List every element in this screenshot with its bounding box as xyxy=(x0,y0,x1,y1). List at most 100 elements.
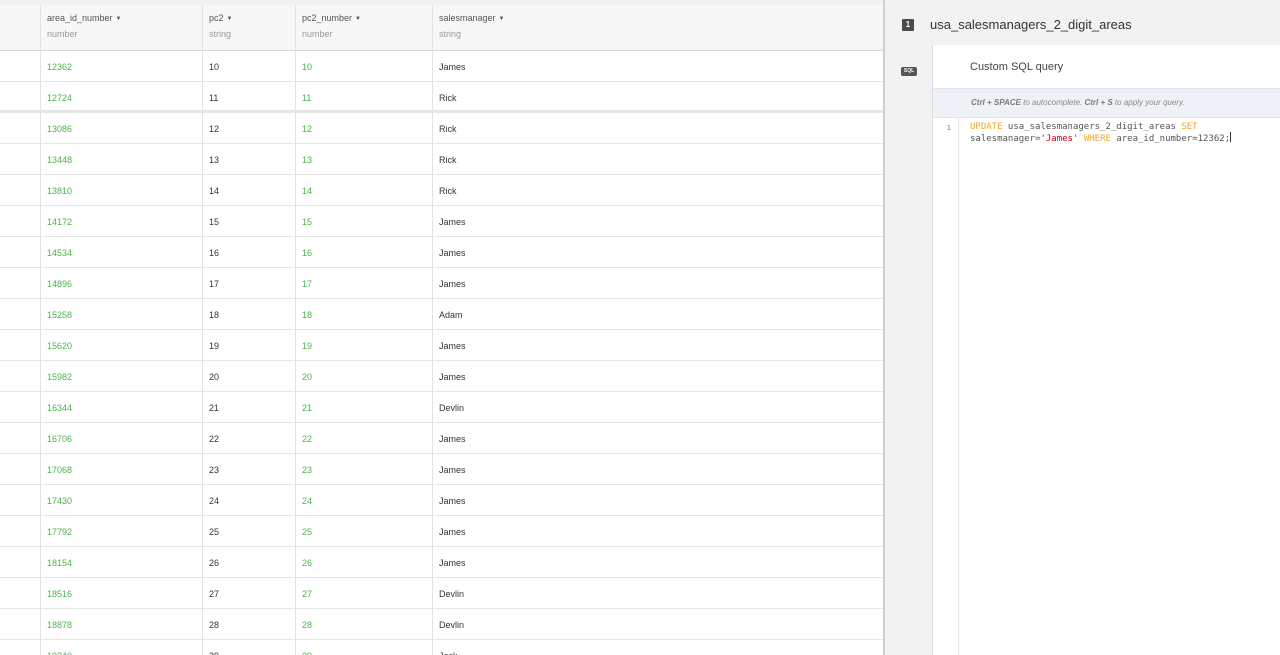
table-cell-area-id-number[interactable]: 17068 xyxy=(47,465,72,475)
table-cell-pc2-number[interactable]: 24 xyxy=(302,496,312,506)
table-cell-salesmanager[interactable]: Rick xyxy=(439,124,457,134)
table-row[interactable]: 18154 26 26 James xyxy=(0,547,883,578)
table-cell-salesmanager[interactable]: James xyxy=(439,341,466,351)
table-cell-area-id-number[interactable]: 16344 xyxy=(47,403,72,413)
table-cell-salesmanager[interactable]: James xyxy=(439,558,466,568)
table-cell-area-id-number[interactable]: 18878 xyxy=(47,620,72,630)
table-cell-salesmanager[interactable]: Adam xyxy=(439,310,463,320)
table-cell-pc2[interactable]: 11 xyxy=(209,93,218,103)
table-row[interactable]: 16706 22 22 James xyxy=(0,423,883,454)
table-cell-pc2[interactable]: 24 xyxy=(209,496,219,506)
table-cell-salesmanager[interactable]: James xyxy=(439,465,466,475)
table-cell-area-id-number[interactable]: 18516 xyxy=(47,589,72,599)
table-cell-area-id-number[interactable]: 14172 xyxy=(47,217,72,227)
table-cell-area-id-number[interactable]: 19240 xyxy=(47,651,72,655)
table-cell-pc2-number[interactable]: 13 xyxy=(302,155,312,165)
table-cell-area-id-number[interactable]: 14896 xyxy=(47,279,72,289)
table-row[interactable]: 18878 28 28 Devlin xyxy=(0,609,883,640)
table-cell-area-id-number[interactable]: 13810 xyxy=(47,186,72,196)
table-cell-pc2-number[interactable]: 12 xyxy=(302,124,312,134)
table-cell-salesmanager[interactable]: Rick xyxy=(439,93,457,103)
table-cell-pc2[interactable]: 21 xyxy=(209,403,219,413)
table-row[interactable]: 17792 25 25 James xyxy=(0,516,883,547)
sql-code-input[interactable]: UPDATE usa_salesmanagers_2_digit_areas S… xyxy=(970,122,1270,144)
table-cell-pc2[interactable]: 12 xyxy=(209,124,219,134)
table-cell-pc2-number[interactable]: 17 xyxy=(302,279,312,289)
table-cell-area-id-number[interactable]: 18154 xyxy=(47,558,72,568)
table-cell-pc2[interactable]: 29 xyxy=(209,651,219,655)
column-header-salesmanager[interactable]: salesmanager ▼ string xyxy=(439,13,504,39)
table-cell-area-id-number[interactable]: 12724 xyxy=(47,93,72,103)
sort-caret-icon[interactable]: ▼ xyxy=(116,16,122,22)
table-cell-pc2[interactable]: 23 xyxy=(209,465,219,475)
table-cell-pc2-number[interactable]: 21 xyxy=(302,403,312,413)
sql-tab-icon[interactable]: SQL xyxy=(901,67,917,76)
table-row[interactable]: 13086 12 12 Rick xyxy=(0,113,883,144)
table-row[interactable]: 15258 18 18 Adam xyxy=(0,299,883,330)
table-cell-pc2[interactable]: 16 xyxy=(209,248,219,258)
table-cell-pc2[interactable]: 13 xyxy=(209,155,219,165)
table-row[interactable]: 17068 23 23 James xyxy=(0,454,883,485)
table-row[interactable]: 17430 24 24 James xyxy=(0,485,883,516)
table-cell-area-id-number[interactable]: 16706 xyxy=(47,434,72,444)
table-row[interactable]: 12724 11 11 Rick xyxy=(0,82,883,113)
table-cell-pc2[interactable]: 28 xyxy=(209,620,219,630)
table-cell-salesmanager[interactable]: Rick xyxy=(439,155,457,165)
table-cell-area-id-number[interactable]: 15258 xyxy=(47,310,72,320)
table-cell-pc2-number[interactable]: 16 xyxy=(302,248,312,258)
layer-title[interactable]: usa_salesmanagers_2_digit_areas xyxy=(930,17,1132,32)
table-cell-pc2-number[interactable]: 26 xyxy=(302,558,312,568)
table-row[interactable]: 16344 21 21 Devlin xyxy=(0,392,883,423)
table-cell-pc2-number[interactable]: 20 xyxy=(302,372,312,382)
table-cell-pc2-number[interactable]: 18 xyxy=(302,310,312,320)
table-row[interactable]: 14172 15 15 James xyxy=(0,206,883,237)
table-cell-pc2[interactable]: 14 xyxy=(209,186,219,196)
sort-caret-icon[interactable]: ▼ xyxy=(355,16,361,22)
table-row[interactable]: 15620 19 19 James xyxy=(0,330,883,361)
table-cell-pc2-number[interactable]: 28 xyxy=(302,620,312,630)
table-cell-area-id-number[interactable]: 17430 xyxy=(47,496,72,506)
table-cell-pc2-number[interactable]: 23 xyxy=(302,465,312,475)
table-row[interactable]: 14896 17 17 James xyxy=(0,268,883,299)
table-cell-salesmanager[interactable]: James xyxy=(439,496,466,506)
table-cell-salesmanager[interactable]: James xyxy=(439,279,466,289)
table-cell-pc2-number[interactable]: 10 xyxy=(302,62,312,72)
table-cell-pc2-number[interactable]: 15 xyxy=(302,217,312,227)
table-cell-pc2-number[interactable]: 29 xyxy=(302,651,312,655)
table-cell-pc2-number[interactable]: 25 xyxy=(302,527,312,537)
table-cell-pc2[interactable]: 17 xyxy=(209,279,219,289)
table-cell-pc2[interactable]: 20 xyxy=(209,372,219,382)
table-row[interactable]: 12362 10 10 James xyxy=(0,51,883,82)
table-row[interactable]: 13810 14 14 Rick xyxy=(0,175,883,206)
table-cell-area-id-number[interactable]: 17792 xyxy=(47,527,72,537)
table-cell-salesmanager[interactable]: James xyxy=(439,248,466,258)
sort-caret-icon[interactable]: ▼ xyxy=(227,16,233,22)
table-cell-pc2-number[interactable]: 11 xyxy=(302,93,311,103)
table-cell-pc2[interactable]: 27 xyxy=(209,589,219,599)
table-cell-salesmanager[interactable]: Rick xyxy=(439,186,457,196)
table-cell-pc2[interactable]: 26 xyxy=(209,558,219,568)
table-row[interactable]: 15982 20 20 James xyxy=(0,361,883,392)
table-cell-area-id-number[interactable]: 12362 xyxy=(47,62,72,72)
table-cell-salesmanager[interactable]: Devlin xyxy=(439,589,464,599)
table-cell-salesmanager[interactable]: Jack xyxy=(439,651,458,655)
table-cell-salesmanager[interactable]: James xyxy=(439,217,466,227)
table-cell-salesmanager[interactable]: James xyxy=(439,527,466,537)
table-cell-pc2-number[interactable]: 27 xyxy=(302,589,312,599)
table-cell-salesmanager[interactable]: James xyxy=(439,372,466,382)
table-cell-area-id-number[interactable]: 13086 xyxy=(47,124,72,134)
column-header-pc2[interactable]: pc2 ▼ string xyxy=(209,13,232,39)
table-cell-pc2[interactable]: 25 xyxy=(209,527,219,537)
table-cell-salesmanager[interactable]: James xyxy=(439,434,466,444)
table-row[interactable]: 13448 13 13 Rick xyxy=(0,144,883,175)
table-cell-pc2[interactable]: 15 xyxy=(209,217,219,227)
column-header-pc2-number[interactable]: pc2_number ▼ number xyxy=(302,13,361,39)
table-cell-pc2[interactable]: 10 xyxy=(209,62,219,72)
sort-caret-icon[interactable]: ▼ xyxy=(499,16,505,22)
table-cell-pc2-number[interactable]: 22 xyxy=(302,434,312,444)
table-cell-pc2-number[interactable]: 14 xyxy=(302,186,312,196)
table-cell-salesmanager[interactable]: James xyxy=(439,62,466,72)
column-header-area-id-number[interactable]: area_id_number ▼ number xyxy=(47,13,122,39)
table-cell-area-id-number[interactable]: 13448 xyxy=(47,155,72,165)
table-cell-area-id-number[interactable]: 14534 xyxy=(47,248,72,258)
